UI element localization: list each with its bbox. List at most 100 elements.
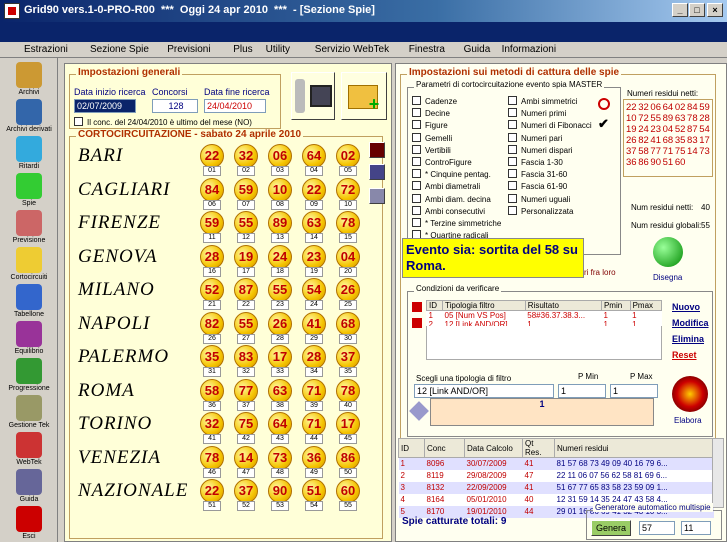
number-ball[interactable]: 14 [234,445,258,470]
param-checkbox[interactable]: Numeri pari [508,133,562,143]
number-ball[interactable]: 78 [200,445,224,470]
conditions-header-cell[interactable]: ID [425,300,444,311]
number-ball[interactable]: 73 [268,445,292,470]
results-header-cell[interactable]: Numeri residui [554,438,714,458]
number-ball[interactable]: 06 [268,144,292,168]
param-checkbox[interactable]: Personalizzata [508,206,573,216]
number-ball[interactable]: 82 [200,311,224,336]
app-icon[interactable] [4,3,20,19]
number-ball[interactable]: 26 [268,311,292,336]
number-ball[interactable]: 55 [268,278,292,302]
param-checkbox[interactable]: Numeri uguali [508,194,570,204]
number-ball[interactable]: 37 [234,479,258,503]
end-date-input[interactable]: 24/04/2010 [204,99,266,113]
number-ball[interactable]: 63 [268,378,292,403]
sidebar-item-ritardi[interactable]: Ritardi [0,136,58,170]
checkmark-icon[interactable]: ✔ [598,116,609,132]
number-ball[interactable]: 17 [268,345,292,369]
number-ball[interactable]: 37 [336,345,360,369]
number-ball[interactable]: 55 [234,211,258,235]
param-checkbox[interactable]: Fascia 61-90 [508,181,567,191]
menu-item[interactable]: Informazioni [502,44,556,55]
results-header-cell[interactable]: Conc [424,438,465,458]
generator-select-1[interactable]: 57 [639,521,675,535]
param-checkbox[interactable]: Decine [412,108,450,118]
no-entry-icon[interactable] [598,98,610,110]
condition-link-reset[interactable]: Reset [672,350,697,360]
add-condition-icon[interactable] [412,302,422,312]
param-checkbox[interactable]: Numeri di Fibonacci [508,120,592,130]
param-checkbox[interactable]: * Terzine simmetriche [412,218,501,228]
number-ball[interactable]: 78 [336,211,360,235]
param-checkbox[interactable]: Cadenze [412,96,457,106]
number-ball[interactable]: 71 [302,412,326,436]
sidebar-item-guida[interactable]: Guida [0,469,58,503]
number-ball[interactable]: 58 [200,378,224,403]
menu-item[interactable]: Previsioni [167,44,210,55]
condition-link-modifica[interactable]: Modifica [672,318,709,328]
menu-item[interactable]: Utility [266,44,290,55]
results-header-cell[interactable]: Qt Res. [522,438,555,458]
menu-item[interactable]: Sezione Spie [90,44,149,55]
sidebar-item-equilibrio[interactable]: Equilibrio [0,321,58,355]
param-checkbox[interactable]: Numeri primi [508,108,566,118]
param-checkbox[interactable]: Ambi simmetrici [508,96,577,106]
sidebar-item-cortocircuiti[interactable]: Cortocircuiti [0,247,58,281]
number-ball[interactable]: 90 [268,479,292,503]
table-row[interactable]: 1 8096 30/07/2009 41 81 57 68 73 49 09 40 16… [398,457,714,470]
condition-link-nuovo[interactable]: Nuovo [672,302,700,312]
number-ball[interactable]: 83 [234,345,258,369]
number-ball[interactable]: 41 [302,311,326,336]
draws-input[interactable]: 128 [152,99,198,113]
number-ball[interactable]: 04 [336,244,360,269]
number-ball[interactable]: 71 [302,378,326,403]
sidebar-item-esci[interactable]: Esci [0,506,58,540]
menu-item[interactable]: Guida [464,44,491,55]
generator-select-2[interactable]: 11 [681,521,711,535]
param-checkbox[interactable]: Vertibili [412,145,451,155]
number-ball[interactable]: 02 [336,144,360,168]
param-checkbox[interactable]: Figure [412,120,448,130]
param-checkbox[interactable]: Ambi consecutivi [412,206,485,216]
number-ball[interactable]: 64 [302,144,326,168]
number-ball[interactable]: 55 [234,311,258,336]
menu-item[interactable]: Finestra [409,44,445,55]
sidebar-item-progressione[interactable]: Progressione [0,358,58,392]
number-ball[interactable]: 86 [336,445,360,470]
minimize-button[interactable]: _ [672,3,688,17]
conditions-header-cell[interactable]: Pmax [629,300,663,311]
number-ball[interactable]: 22 [302,177,326,202]
number-ball[interactable]: 78 [336,378,360,403]
pmax-select[interactable]: 1 [610,384,658,398]
number-ball[interactable]: 32 [234,144,258,168]
number-ball[interactable]: 22 [200,144,224,168]
pmin-select[interactable]: 1 [558,384,606,398]
table-row[interactable]: 1 05 [Num VS Pos] 58#36.37.38.3... 1 1 [427,311,662,320]
number-ball[interactable]: 28 [302,345,326,369]
number-ball[interactable]: 59 [234,177,258,202]
elabora-button[interactable] [672,376,708,412]
menu-item[interactable]: Plus [233,44,252,55]
filter-type-select[interactable]: 12 [Link AND/OR] [414,384,554,398]
number-ball[interactable]: 22 [200,479,224,503]
number-ball[interactable]: 35 [200,345,224,369]
save-button[interactable] [291,72,335,120]
number-ball[interactable]: 89 [268,211,292,235]
param-checkbox[interactable]: Ambi diam. decina [412,194,491,204]
number-ball[interactable]: 63 [302,211,326,235]
last-of-month-checkbox[interactable]: Il conc. del 24/04/2010 è ultimo del mes… [74,117,252,127]
number-ball[interactable]: 72 [336,177,360,202]
number-ball[interactable]: 54 [302,278,326,302]
number-ball[interactable]: 26 [336,278,360,302]
number-ball[interactable]: 75 [234,412,258,436]
table-row[interactable]: 2 8119 29/08/2009 47 22 11 06 07 56 62 58 81… [398,469,714,482]
disegna-button[interactable] [653,237,683,267]
number-ball[interactable]: 10 [268,177,292,202]
number-ball[interactable]: 52 [200,278,224,302]
number-ball[interactable]: 17 [336,412,360,436]
number-ball[interactable]: 19 [234,244,258,269]
number-ball[interactable]: 36 [302,445,326,470]
conditions-header-cell[interactable]: Pmin [600,300,631,311]
menu-item[interactable]: Estrazioni [24,44,68,55]
table-row[interactable]: 3 8132 22/09/2009 41 51 67 77 65 83 58 23 59… [398,481,714,494]
